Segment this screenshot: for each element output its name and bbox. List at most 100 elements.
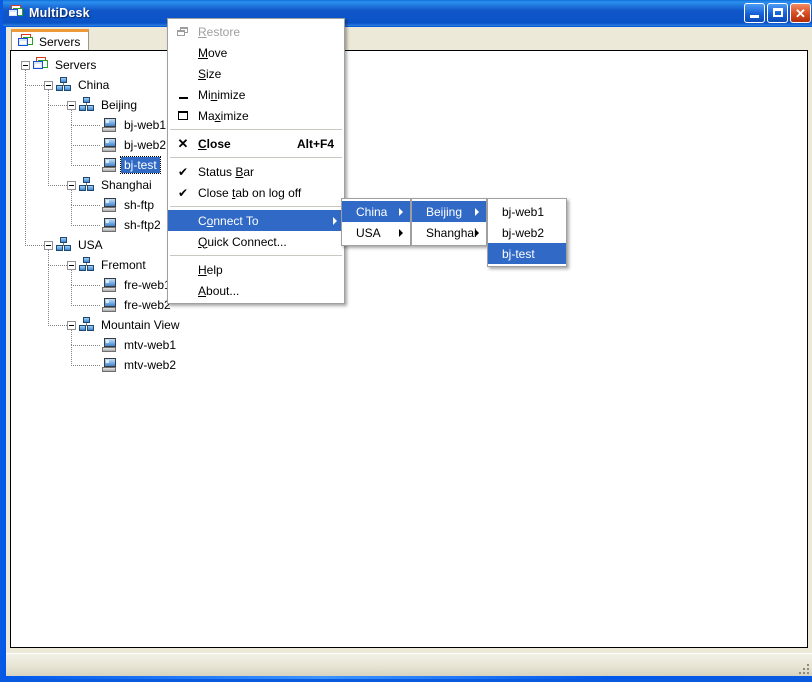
menu-item-gutter: [348, 201, 366, 222]
tree-expander-icon[interactable]: [21, 61, 30, 70]
tree-connector: [71, 190, 72, 205]
tree-item-label: mtv-web2: [121, 357, 179, 373]
client-area: Servers ServersChinaBeijingbj-web1bj-web…: [6, 26, 812, 676]
tree-item-label: USA: [75, 237, 106, 253]
menu-item-about[interactable]: About...: [168, 280, 344, 301]
tree-expander-icon[interactable]: [44, 241, 53, 250]
tree-connector: [48, 265, 67, 266]
tab-label: Servers: [39, 35, 80, 49]
title-bar[interactable]: MultiDesk ✕: [3, 0, 812, 26]
maximize-button[interactable]: [767, 3, 788, 23]
menu-item-gutter: [174, 259, 192, 280]
computer-icon: [102, 157, 118, 173]
city-item-shanghai[interactable]: Shanghai: [412, 222, 486, 243]
tree-connector: [25, 70, 26, 85]
menu-item-gutter: ✕: [174, 133, 192, 154]
tree-item-label: China: [75, 77, 112, 93]
workgroup-icon: [79, 257, 95, 273]
menu-item-label: Minimize: [198, 88, 245, 102]
menu-item-label: Quick Connect...: [198, 235, 287, 249]
menu-item-gutter: [418, 201, 436, 222]
tree-expander-icon[interactable]: [67, 261, 76, 270]
tree-connector: [71, 305, 100, 306]
menu-item-minimize[interactable]: Minimize: [168, 84, 344, 105]
tree-item-label: fre-web1: [121, 277, 174, 293]
host-item-bj-web1[interactable]: bj-web1: [488, 201, 566, 222]
menu-item-connect-to[interactable]: Connect To: [168, 210, 344, 231]
tree-connector: [25, 85, 44, 86]
tree-expander-icon[interactable]: [67, 321, 76, 330]
tree-connector: [48, 185, 67, 186]
menu-item-gutter: ✔: [174, 182, 192, 203]
computer-icon: [102, 297, 118, 313]
menu-separator: [170, 206, 342, 207]
tab-servers[interactable]: Servers: [11, 29, 89, 51]
status-bar: [6, 653, 812, 676]
tree-expander-icon[interactable]: [67, 181, 76, 190]
menu-item-quick-connect[interactable]: Quick Connect...: [168, 231, 344, 252]
menu-item-size[interactable]: Size: [168, 63, 344, 84]
workgroup-icon: [56, 77, 72, 93]
menu-item-gutter: [174, 21, 192, 42]
tree-connector: [48, 105, 49, 185]
tree-item-label: sh-ftp2: [121, 217, 164, 233]
menu-separator: [170, 129, 342, 130]
menu-item-label: Size: [198, 67, 221, 81]
minimize-button[interactable]: [744, 3, 765, 23]
close-x-icon: ✕: [178, 137, 189, 150]
tree-connector: [71, 225, 100, 226]
menu-item-restore: Restore: [168, 21, 344, 42]
tree-item-label: bj-web1: [121, 117, 169, 133]
tree-expander-icon[interactable]: [44, 81, 53, 90]
tree-connector: [71, 205, 72, 225]
resize-grip[interactable]: [795, 660, 809, 674]
computer-icon: [102, 197, 118, 213]
menu-item-label: Close: [198, 137, 231, 151]
connect-to-country-submenu[interactable]: ChinaUSA: [341, 198, 411, 246]
computer-icon: [102, 337, 118, 353]
menu-item-gutter: [494, 201, 512, 222]
connect-to-city-submenu[interactable]: BeijingShanghai: [411, 198, 487, 246]
tree-connector: [71, 330, 72, 345]
computer-icon: [102, 137, 118, 153]
tree-connector: [71, 125, 100, 126]
menu-item-status-bar[interactable]: ✔Status Bar: [168, 161, 344, 182]
city-item-beijing[interactable]: Beijing: [412, 201, 486, 222]
tree-item-label: Mountain View: [98, 317, 183, 333]
submenu-arrow-icon: [475, 208, 479, 216]
tree-connector: [71, 145, 72, 165]
country-item-usa[interactable]: USA: [342, 222, 410, 243]
menu-item-gutter: [348, 222, 366, 243]
menu-item-close[interactable]: ✕CloseAlt+F4: [168, 133, 344, 154]
restore-icon: [177, 27, 189, 37]
menu-item-close-tab-on-log-off[interactable]: ✔Close tab on log off: [168, 182, 344, 203]
menu-separator: [170, 157, 342, 158]
tree-connector: [48, 265, 49, 325]
menu-item-gutter: [174, 42, 192, 63]
system-menu[interactable]: RestoreMoveSizeMinimizeMaximize✕CloseAlt…: [167, 18, 345, 304]
menu-item-maximize[interactable]: Maximize: [168, 105, 344, 126]
tree-item-label: bj-web2: [121, 137, 169, 153]
menu-item-help[interactable]: Help: [168, 259, 344, 280]
country-item-china[interactable]: China: [342, 201, 410, 222]
menu-item-gutter: [174, 231, 192, 252]
close-button[interactable]: ✕: [790, 3, 811, 23]
tab-icon: [18, 34, 34, 50]
connect-to-host-submenu[interactable]: bj-web1bj-web2bj-test: [487, 198, 567, 267]
tree-expander-icon[interactable]: [67, 101, 76, 110]
computer-icon: [102, 357, 118, 373]
check-icon: ✔: [178, 187, 188, 199]
host-item-bj-test[interactable]: bj-test: [488, 243, 566, 264]
app-icon[interactable]: [8, 5, 24, 21]
menu-item-move[interactable]: Move: [168, 42, 344, 63]
menu-item-label: About...: [198, 284, 239, 298]
tree-item-label: Fremont: [98, 257, 149, 273]
computer-icon: [102, 217, 118, 233]
host-item-bj-web2[interactable]: bj-web2: [488, 222, 566, 243]
menu-item-label: Help: [198, 263, 223, 277]
menu-item-label: Status Bar: [198, 165, 254, 179]
tree-connector: [71, 205, 100, 206]
tree-connector: [71, 285, 100, 286]
workgroup-icon: [56, 237, 72, 253]
computer-icon: [102, 277, 118, 293]
